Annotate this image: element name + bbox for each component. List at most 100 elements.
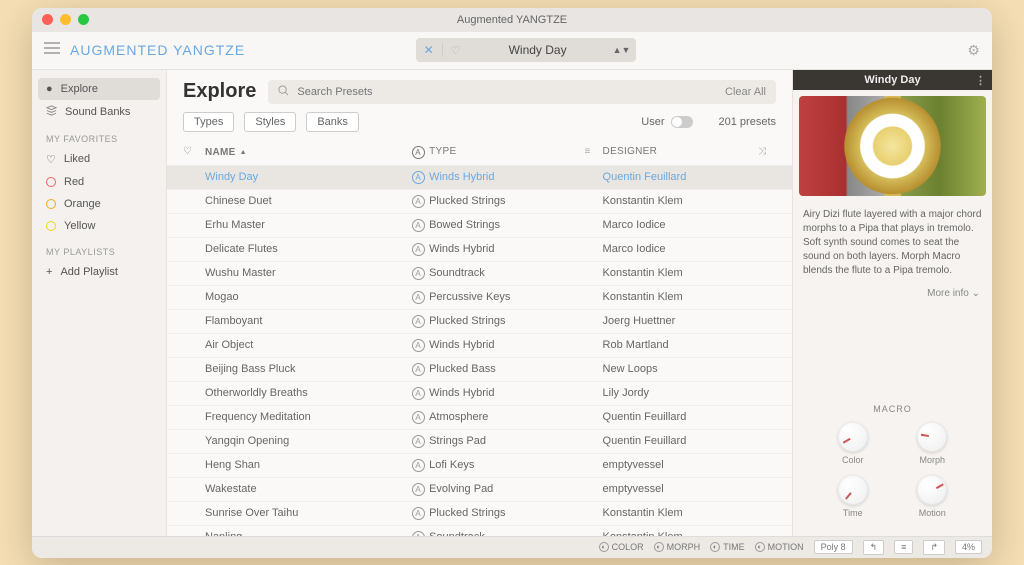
bottom-color[interactable]: ◐COLOR <box>599 542 644 552</box>
preset-row[interactable]: Otherworldly BreathsAWinds HybridLily Jo… <box>167 382 792 406</box>
clear-all-button[interactable]: Clear All <box>725 86 766 98</box>
preset-row[interactable]: Wushu MasterASoundtrackKonstantin Klem <box>167 262 792 286</box>
preset-table-body[interactable]: Windy DayAWinds HybridQuentin FeuillardC… <box>167 166 792 536</box>
sidebar-item-orange[interactable]: Orange <box>38 193 160 215</box>
preset-row[interactable]: Heng ShanALofi Keysemptyvessel <box>167 454 792 478</box>
preset-nav-arrows[interactable]: ▲▼ <box>607 45 637 55</box>
row-type: Winds Hybrid <box>429 171 584 183</box>
bottom-morph[interactable]: ◐MORPH <box>654 542 701 552</box>
preview-menu-icon[interactable]: ⋮ <box>975 74 986 87</box>
row-designer: Rob Martland <box>603 339 758 351</box>
orange-dot-icon <box>46 199 56 209</box>
macro-knob-color[interactable]: Color <box>821 422 885 465</box>
preset-row[interactable]: Frequency MeditationAAtmosphereQuentin F… <box>167 406 792 430</box>
filter-banks[interactable]: Banks <box>306 112 359 132</box>
macro-knob-time[interactable]: Time <box>821 475 885 518</box>
knob-dial[interactable] <box>917 475 947 505</box>
row-name: Sunrise Over Taihu <box>205 507 407 519</box>
row-designer: Konstantin Klem <box>603 195 758 207</box>
preset-row[interactable]: FlamboyantAPlucked StringsJoerg Huettner <box>167 310 792 334</box>
column-designer[interactable]: DESIGNER <box>603 146 758 159</box>
filter-styles[interactable]: Styles <box>244 112 296 132</box>
stack-icon <box>46 105 57 119</box>
row-type: Plucked Strings <box>429 315 584 327</box>
yellow-dot-icon <box>46 221 56 231</box>
bottom-time[interactable]: ◐TIME <box>710 542 745 552</box>
row-name: Otherworldly Breaths <box>205 387 407 399</box>
knob-label: Motion <box>919 508 946 518</box>
sidebar-item-explore[interactable]: ● Explore <box>38 78 160 100</box>
preset-row[interactable]: Yangqin OpeningAStrings PadQuentin Feuil… <box>167 430 792 454</box>
search-box[interactable]: Clear All <box>268 80 776 104</box>
sidebar-addplaylist-label: Add Playlist <box>60 266 117 278</box>
column-a-icon[interactable]: A <box>407 146 429 159</box>
nav-forward-button[interactable]: ↱ <box>923 540 945 555</box>
titlebar: Augmented YANGTZE <box>32 8 992 32</box>
preset-row[interactable]: Windy DayAWinds HybridQuentin Feuillard <box>167 166 792 190</box>
preset-row[interactable]: Chinese DuetAPlucked StringsKonstantin K… <box>167 190 792 214</box>
sidebar-item-yellow[interactable]: Yellow <box>38 215 160 237</box>
macro-knob-motion[interactable]: Motion <box>901 475 965 518</box>
favorites-header: MY FAVORITES <box>38 124 160 148</box>
knob-dial[interactable] <box>838 475 868 505</box>
preview-image <box>799 96 986 196</box>
preset-row[interactable]: NanlingASoundtrackKonstantin Klem <box>167 526 792 536</box>
preset-row[interactable]: Erhu MasterABowed StringsMarco Iodice <box>167 214 792 238</box>
shuffle-icon[interactable]: ⤨ <box>758 146 776 159</box>
column-type[interactable]: TYPE <box>429 146 584 159</box>
heart-icon: ♡ <box>46 153 56 166</box>
sidebar-item-red[interactable]: Red <box>38 171 160 193</box>
list-view-button[interactable]: ≡ <box>894 540 913 554</box>
preset-row[interactable]: Delicate FlutesAWinds HybridMarco Iodice <box>167 238 792 262</box>
search-input[interactable] <box>297 86 717 98</box>
knob-label: Time <box>843 508 863 518</box>
row-a-icon: A <box>407 339 429 352</box>
close-icon[interactable] <box>42 14 53 25</box>
more-info-button[interactable]: More info ⌄ <box>793 284 992 303</box>
macro-section: MACRO ColorMorphTimeMotion <box>793 396 992 536</box>
sidebar-item-add-playlist[interactable]: + Add Playlist <box>38 261 160 283</box>
bottom-motion-label: MOTION <box>768 542 804 552</box>
preset-row[interactable]: MogaoAPercussive KeysKonstantin Klem <box>167 286 792 310</box>
explore-icon: ● <box>46 83 53 95</box>
current-preset-name[interactable]: Windy Day <box>469 43 607 57</box>
preset-close-icon[interactable]: ✕ <box>416 43 443 57</box>
poly-selector[interactable]: Poly 8 <box>814 540 853 554</box>
row-a-icon: A <box>407 483 429 496</box>
row-name: Windy Day <box>205 171 407 183</box>
row-a-icon: A <box>407 291 429 304</box>
hamburger-icon[interactable] <box>44 41 60 59</box>
row-type: Bowed Strings <box>429 219 584 231</box>
column-name[interactable]: NAME ▲ <box>205 146 407 159</box>
nav-back-button[interactable]: ↰ <box>863 540 885 555</box>
user-toggle[interactable]: User <box>641 116 692 128</box>
preset-like-icon[interactable]: ♡ <box>443 44 469 57</box>
knob-dial[interactable] <box>917 422 947 452</box>
sidebar-explore-label: Explore <box>61 83 98 95</box>
column-favorite[interactable]: ♡ <box>183 146 205 159</box>
row-name: Erhu Master <box>205 219 407 231</box>
maximize-icon[interactable] <box>78 14 89 25</box>
row-a-icon: A <box>407 195 429 208</box>
preview-description: Airy Dizi flute layered with a major cho… <box>793 202 992 284</box>
row-a-icon: A <box>407 315 429 328</box>
macro-knob-morph[interactable]: Morph <box>901 422 965 465</box>
preset-row[interactable]: Sunrise Over TaihuAPlucked StringsKonsta… <box>167 502 792 526</box>
minimize-icon[interactable] <box>60 14 71 25</box>
plus-icon: + <box>46 266 52 278</box>
filter-types[interactable]: Types <box>183 112 234 132</box>
toggle-switch[interactable] <box>671 116 693 128</box>
bottom-motion[interactable]: ◐MOTION <box>755 542 804 552</box>
column-menu-icon[interactable]: ≡ <box>585 146 603 159</box>
sidebar-item-sound-banks[interactable]: Sound Banks <box>38 100 160 124</box>
sidebar-item-liked[interactable]: ♡ Liked <box>38 148 160 171</box>
preset-row[interactable]: Air ObjectAWinds HybridRob Martland <box>167 334 792 358</box>
bottom-morph-label: MORPH <box>667 542 701 552</box>
preset-row[interactable]: WakestateAEvolving Pademptyvessel <box>167 478 792 502</box>
row-type: Plucked Bass <box>429 363 584 375</box>
knob-dial[interactable] <box>838 422 868 452</box>
topbar: AUGMENTED YANGTZE ✕ ♡ Windy Day ▲▼ ⚙ <box>32 32 992 70</box>
preset-row[interactable]: Beijing Bass PluckAPlucked BassNew Loops <box>167 358 792 382</box>
gear-icon[interactable]: ⚙ <box>967 42 980 59</box>
cpu-meter[interactable]: 4% <box>955 540 982 554</box>
